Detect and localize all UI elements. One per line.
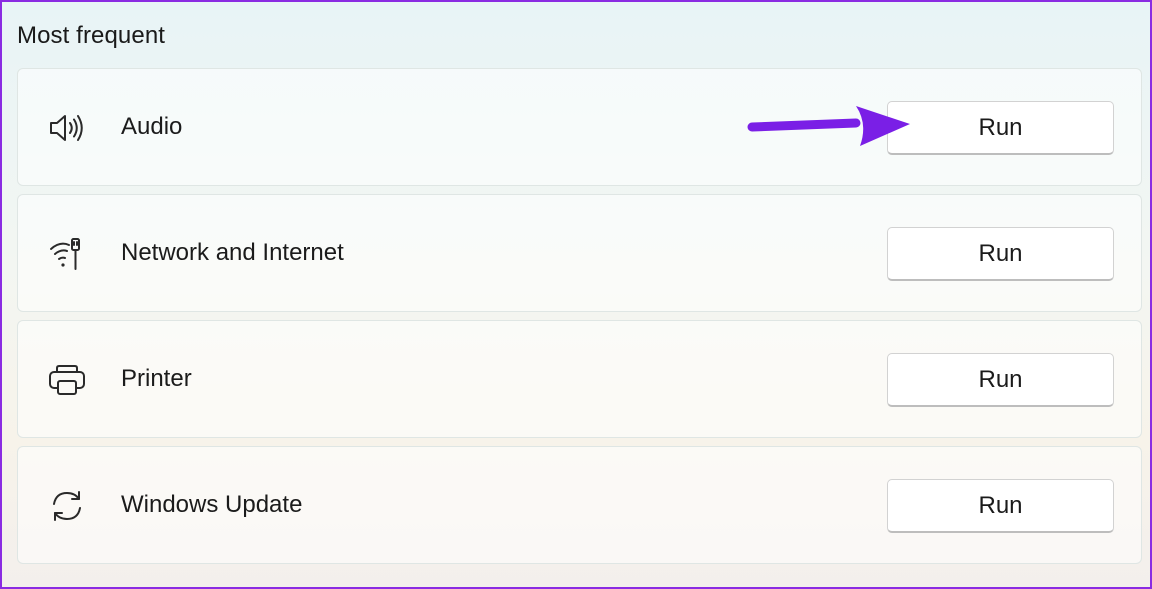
troubleshooter-item-audio: Audio Run: [17, 68, 1142, 186]
speaker-icon: [48, 109, 86, 147]
item-label: Network and Internet: [121, 239, 344, 266]
run-button-printer[interactable]: Run: [887, 353, 1114, 407]
item-label: Audio: [121, 113, 183, 140]
item-label: Printer: [121, 365, 192, 392]
troubleshooter-item-printer: Printer Run: [17, 320, 1142, 438]
annotation-arrow-icon: [747, 106, 910, 146]
printer-icon: [48, 361, 86, 399]
run-button-network[interactable]: Run: [887, 227, 1114, 281]
troubleshooter-item-windows-update: Windows Update Run: [17, 446, 1142, 564]
troubleshooter-panel: Most frequent Audio Run Network and Inte…: [0, 0, 1152, 589]
run-button-windows-update[interactable]: Run: [887, 479, 1114, 533]
refresh-icon: [48, 487, 86, 525]
run-button-audio[interactable]: Run: [887, 101, 1114, 155]
network-icon: [48, 235, 86, 273]
item-label: Windows Update: [121, 491, 303, 518]
section-title: Most frequent: [17, 22, 166, 49]
troubleshooter-item-network: Network and Internet Run: [17, 194, 1142, 312]
